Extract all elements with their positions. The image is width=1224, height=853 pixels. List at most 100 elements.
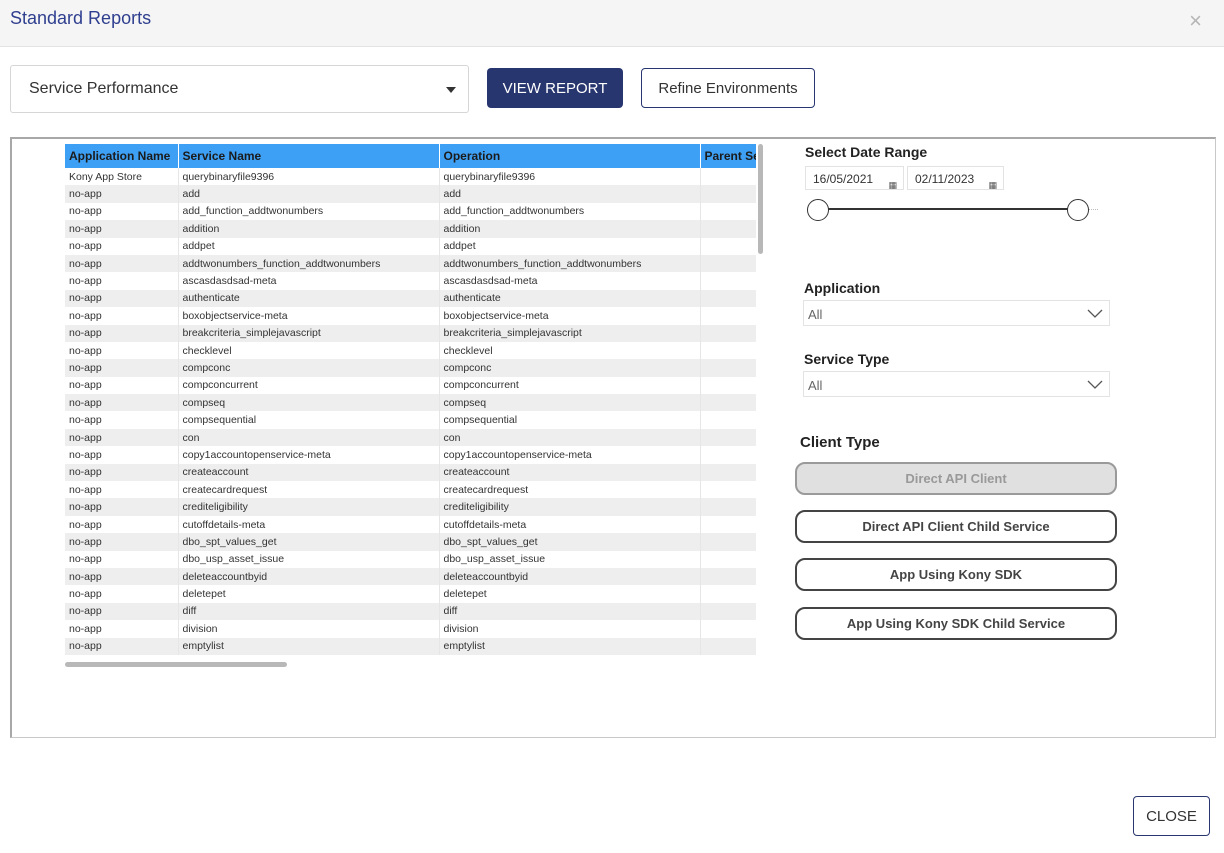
table-cell: dbo_spt_values_get xyxy=(178,533,440,551)
table-cell: no-app xyxy=(65,307,179,325)
refine-environments-button[interactable]: Refine Environments xyxy=(641,68,815,108)
table-cell: breakcriteria_simplejavascript xyxy=(178,324,440,342)
close-icon[interactable]: × xyxy=(1189,10,1202,32)
column-header[interactable]: Operation xyxy=(439,144,701,168)
dialog-header: Standard Reports × xyxy=(0,0,1224,47)
table-cell xyxy=(700,272,756,290)
vertical-scrollbar[interactable] xyxy=(758,144,763,254)
table-row[interactable]: no-app createcardrequest createcardrequest xyxy=(65,481,756,499)
table-cell: no-app xyxy=(65,202,179,221)
table-row[interactable]: no-app add_function_addtwonumbers add_func… xyxy=(65,202,756,221)
table-row[interactable]: no-app deleteaccountbyid deleteaccountbyid xyxy=(65,567,756,586)
table-row[interactable]: no-app compconc compconc xyxy=(65,359,756,377)
table-cell: emptylist xyxy=(178,637,440,655)
table-row[interactable]: no-app diff diff xyxy=(65,602,756,621)
table-cell: breakcriteria_simplejavascript xyxy=(439,324,701,342)
table-row[interactable]: no-app division division xyxy=(65,620,756,638)
date-range-slider[interactable] xyxy=(818,208,1078,210)
slider-end-handle[interactable] xyxy=(1067,199,1089,221)
client-type-direct-api[interactable]: Direct API Client xyxy=(795,462,1117,495)
calendar-icon[interactable]: ▦ xyxy=(988,173,997,197)
column-header[interactable]: Application Name xyxy=(65,144,179,168)
view-report-button[interactable]: VIEW REPORT xyxy=(487,68,623,108)
table-cell xyxy=(700,376,756,395)
table-cell: no-app xyxy=(65,550,179,568)
report-table-viewport[interactable]: Application Name Service Name Operation Par… xyxy=(65,144,756,664)
table-cell: addtwonumbers_function_addtwonumbers xyxy=(178,254,440,273)
table-cell xyxy=(700,185,756,203)
end-date-field[interactable]: 02/11/2023 ▦ xyxy=(907,166,1004,190)
table-cell: querybinaryfile9396 xyxy=(178,168,440,186)
close-button[interactable]: CLOSE xyxy=(1133,796,1210,836)
table-cell xyxy=(700,498,756,516)
table-cell: no-app xyxy=(65,359,179,377)
table-cell: dbo_spt_values_get xyxy=(439,533,701,551)
table-cell: no-app xyxy=(65,376,179,395)
table-cell: authenticate xyxy=(178,289,440,308)
table-cell: copy1accountopenservice-meta xyxy=(178,446,440,464)
client-type-kony-sdk[interactable]: App Using Kony SDK xyxy=(795,558,1117,591)
table-row[interactable]: no-app authenticate authenticate xyxy=(65,289,756,308)
table-cell: cutoffdetails-meta xyxy=(178,515,440,534)
table-cell: no-app xyxy=(65,220,179,238)
column-header[interactable]: Service Name xyxy=(178,144,440,168)
table-cell xyxy=(700,307,756,325)
table-row[interactable]: no-app add add xyxy=(65,185,756,203)
table-cell: crediteligibility xyxy=(178,498,440,516)
table-row[interactable]: no-app deletepet deletepet xyxy=(65,585,756,603)
table-row[interactable]: no-app con con xyxy=(65,428,756,447)
table-row[interactable]: no-app addition addition xyxy=(65,220,756,238)
table-row[interactable]: no-app addtwonumbers_function_addtwonumbe… xyxy=(65,254,756,273)
table-cell: compsequential xyxy=(178,411,440,429)
table-row[interactable]: no-app compseq compseq xyxy=(65,394,756,412)
report-table: Application Name Service Name Operation Par… xyxy=(65,144,756,655)
table-cell: diff xyxy=(178,602,440,621)
end-date-value: 02/11/2023 xyxy=(915,172,975,186)
table-cell: checklevel xyxy=(439,341,701,360)
table-cell: no-app xyxy=(65,602,179,621)
table-cell: compconc xyxy=(439,359,701,377)
table-row[interactable]: no-app emptylist emptylist xyxy=(65,637,756,655)
calendar-icon[interactable]: ▦ xyxy=(888,173,897,197)
client-type-label: Client Type xyxy=(800,434,880,451)
table-row[interactable]: no-app crediteligibility crediteligibility xyxy=(65,498,756,516)
application-dropdown[interactable]: All xyxy=(803,300,1110,326)
table-cell xyxy=(700,585,756,603)
table-header-row: Application Name Service Name Operation Par… xyxy=(65,144,756,168)
table-cell: createcardrequest xyxy=(178,481,440,499)
table-cell: compseq xyxy=(439,394,701,412)
horizontal-scrollbar[interactable] xyxy=(65,662,287,667)
table-row[interactable]: no-app createaccount createaccount xyxy=(65,463,756,482)
table-row[interactable]: Kony App Store querybinaryfile9396 querybi… xyxy=(65,168,756,186)
table-row[interactable]: no-app copy1accountopenservice-meta copy1a… xyxy=(65,446,756,464)
table-row[interactable]: no-app compconcurrent compconcurrent xyxy=(65,376,756,395)
table-cell: emptylist xyxy=(439,637,701,655)
table-cell xyxy=(700,394,756,412)
client-type-kony-sdk-child[interactable]: App Using Kony SDK Child Service xyxy=(795,607,1117,640)
table-row[interactable]: no-app cutoffdetails-meta cutoffdetails-me… xyxy=(65,515,756,534)
table-cell xyxy=(700,481,756,499)
column-header[interactable]: Parent Se xyxy=(700,144,756,168)
table-row[interactable]: no-app compsequential compsequential xyxy=(65,411,756,429)
table-row[interactable]: no-app dbo_spt_values_get dbo_spt_values_g… xyxy=(65,533,756,551)
start-date-value: 16/05/2021 xyxy=(813,172,874,186)
chevron-down-icon xyxy=(1087,309,1103,318)
start-date-field[interactable]: 16/05/2021 ▦ xyxy=(805,166,904,190)
table-cell: no-app xyxy=(65,446,179,464)
table-row[interactable]: no-app ascasdasdsad-meta ascasdasdsad-meta xyxy=(65,272,756,290)
table-cell: no-app xyxy=(65,394,179,412)
table-cell: add_function_addtwonumbers xyxy=(439,202,701,221)
report-select[interactable]: Service Performance xyxy=(10,65,469,113)
service-type-dropdown[interactable]: All xyxy=(803,371,1110,397)
table-row[interactable]: no-app checklevel checklevel xyxy=(65,341,756,360)
table-row[interactable]: no-app breakcriteria_simplejavascript brea… xyxy=(65,324,756,342)
table-cell xyxy=(700,168,756,186)
table-cell: querybinaryfile9396 xyxy=(439,168,701,186)
table-cell: compconc xyxy=(178,359,440,377)
client-type-direct-api-child[interactable]: Direct API Client Child Service xyxy=(795,510,1117,543)
slider-start-handle[interactable] xyxy=(807,199,829,221)
table-row[interactable]: no-app boxobjectservice-meta boxobjectserv… xyxy=(65,307,756,325)
table-row[interactable]: no-app addpet addpet xyxy=(65,237,756,255)
table-row[interactable]: no-app dbo_usp_asset_issue dbo_usp_asset_i… xyxy=(65,550,756,568)
report-select-value: Service Performance xyxy=(29,80,179,97)
